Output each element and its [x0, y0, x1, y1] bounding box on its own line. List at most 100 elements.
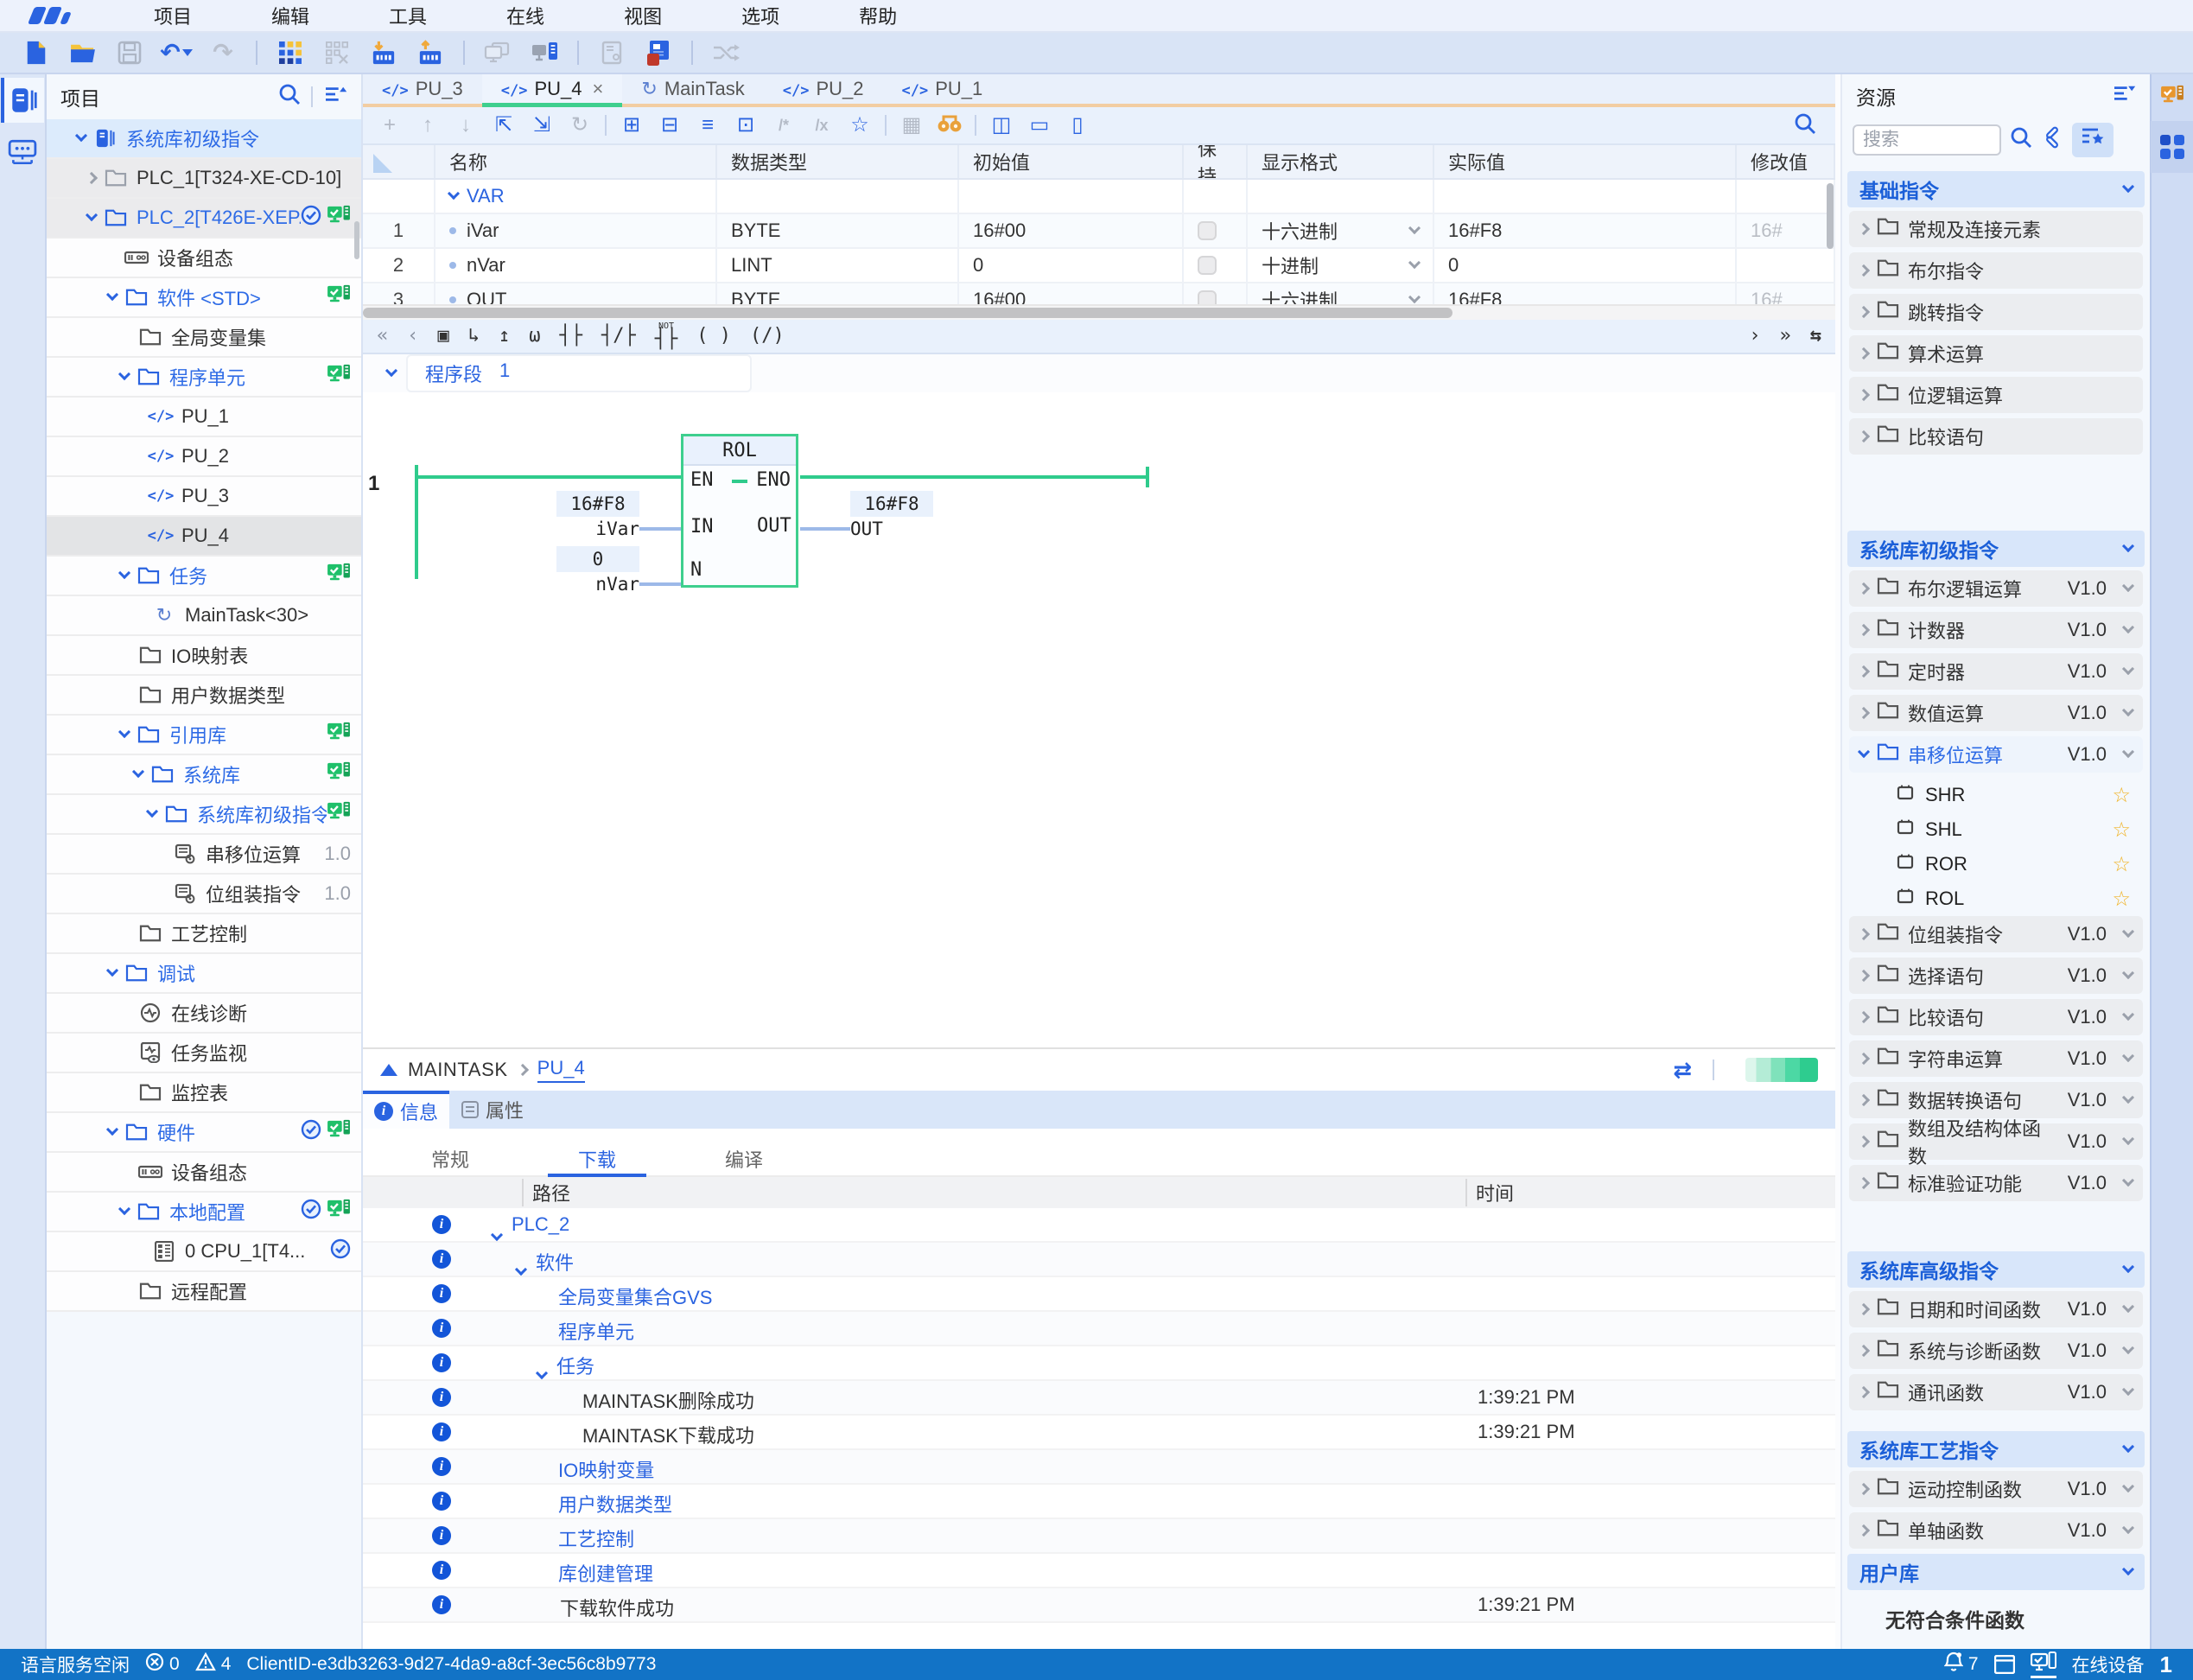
select-all-corner[interactable] — [363, 145, 435, 178]
tree-item-设备组态[interactable]: 设备组态 — [47, 1153, 361, 1193]
tree-item-plc_2-t426e-xep-[interactable]: PLC_2[T426E-XEP... — [47, 199, 361, 239]
variable-table-hscrollbar[interactable] — [363, 306, 1835, 320]
log-path-text[interactable]: 全局变量集合GVS — [558, 1282, 712, 1310]
resource-section-系统库工艺指令[interactable]: 系统库工艺指令 — [1847, 1431, 2145, 1467]
go-last-button[interactable]: » — [1780, 327, 1791, 346]
var-name[interactable]: OUT — [435, 283, 717, 306]
upload-device-button[interactable] — [411, 35, 449, 70]
chart-export-button[interactable]: ▦ — [899, 115, 925, 136]
col-header-7[interactable]: 修改值 — [1737, 145, 1835, 178]
resource-section-用户库[interactable]: 用户库 — [1847, 1554, 2145, 1590]
resource-section-基础指令[interactable]: 基础指令 — [1847, 171, 2145, 207]
project-search-icon[interactable] — [278, 83, 301, 111]
col-header-1[interactable]: 名称 — [435, 145, 717, 178]
subtab-常规[interactable]: 常规 — [377, 1146, 524, 1175]
menu-item-7[interactable]: 帮助 — [819, 2, 937, 29]
log-row[interactable]: i全局变量集合GVS — [363, 1277, 1835, 1312]
go-first-button[interactable]: « — [377, 327, 388, 346]
no-contact-button[interactable]: ┤├ — [560, 327, 583, 346]
subtab-下载[interactable]: 下载 — [524, 1146, 671, 1175]
operand-value-nvar[interactable]: 0 — [556, 546, 639, 572]
expand-chevron-icon[interactable] — [537, 1360, 546, 1383]
resource-item-跳转指令[interactable]: 跳转指令 — [1849, 294, 2143, 330]
operand-value-ivar[interactable]: 16#F8 — [556, 491, 639, 517]
menu-item-5[interactable]: 视图 — [584, 2, 702, 29]
resource-item-比较语句[interactable]: 比较语句 — [1849, 418, 2143, 455]
tab-pu_2[interactable]: </>PU_2 — [764, 74, 883, 104]
tree-item-软件-std-[interactable]: 软件 <STD> — [47, 278, 361, 318]
display-format-dropdown[interactable]: 十六进制 — [1248, 283, 1434, 306]
tree-item-系统库初级指令[interactable]: 系统库初级指令 — [47, 119, 361, 159]
prev-element-button[interactable]: ‹ — [407, 327, 418, 346]
online-device-icon[interactable] — [2031, 1651, 2056, 1678]
tree-item-在线诊断[interactable]: 在线诊断 — [47, 994, 361, 1034]
resource-item-日期和时间函数[interactable]: 日期和时间函数V1.0 — [1849, 1291, 2143, 1327]
var-group-row[interactable]: VAR — [435, 180, 717, 213]
retain-checkbox[interactable] — [1198, 256, 1217, 275]
project-tree-scrollbar[interactable] — [354, 221, 359, 259]
tree-item-全局变量集[interactable]: 全局变量集 — [47, 318, 361, 358]
next-element-button[interactable]: › — [1749, 327, 1760, 346]
falling-edge-button[interactable]: ω — [529, 327, 540, 346]
insert-block-button[interactable]: ▣ — [438, 327, 449, 346]
var-name[interactable]: iVar — [435, 214, 717, 247]
ladder-canvas[interactable]: 1 ROL EN ENO IN N 16#F8 iVar — [363, 392, 1835, 1047]
open-project-button[interactable] — [64, 35, 102, 70]
log-row[interactable]: i下载软件成功1:39:21 PM — [363, 1588, 1835, 1623]
tree-item-硬件[interactable]: 硬件 — [47, 1113, 361, 1153]
instruction-ror[interactable]: ROR☆ — [1847, 847, 2145, 881]
log-row[interactable]: iMAINTASK下载成功1:39:21 PM — [363, 1416, 1835, 1450]
log-row[interactable]: i库创建管理 — [363, 1554, 1835, 1588]
expand-chevron-icon[interactable] — [493, 1222, 501, 1244]
tree-item-位组装指令[interactable]: 位组装指令1.0 — [47, 875, 361, 914]
resource-item-比较语句[interactable]: 比较语句V1.0 — [1849, 999, 2143, 1035]
tree-item-0-cpu_1-t4-[interactable]: 0 CPU_1[T4... — [47, 1232, 361, 1272]
log-row[interactable]: i程序单元 — [363, 1312, 1835, 1346]
subtab-编译[interactable]: 编译 — [671, 1146, 817, 1175]
menu-item-3[interactable]: 工具 — [349, 2, 467, 29]
log-path-text[interactable]: 库创建管理 — [558, 1559, 653, 1587]
log-row[interactable]: i用户数据类型 — [363, 1485, 1835, 1519]
modify-value-input[interactable]: 16# — [1737, 283, 1835, 306]
tab-pu_3[interactable]: </>PU_3 — [363, 74, 482, 104]
insert-row-button[interactable]: ⊞ — [619, 115, 645, 136]
nc-contact-button[interactable]: ┤/├ — [601, 327, 636, 346]
resources-favorites-filter-button[interactable] — [2072, 123, 2114, 157]
resource-item-位逻辑运算[interactable]: 位逻辑运算 — [1849, 377, 2143, 413]
download-device-button[interactable] — [365, 35, 403, 70]
var-type[interactable]: BYTE — [717, 283, 959, 306]
operand-ivar[interactable]: iVar — [556, 519, 639, 539]
import-variables-button[interactable]: ⇱ — [491, 115, 517, 136]
layout-single-button[interactable]: ▯ — [1065, 115, 1090, 136]
log-row[interactable]: i任务 — [363, 1346, 1835, 1381]
resource-item-定时器[interactable]: 定时器V1.0 — [1849, 653, 2143, 690]
tree-item-远程配置[interactable]: 远程配置 — [47, 1272, 361, 1312]
layout-split-button[interactable]: ◫ — [988, 115, 1014, 136]
resource-item-单轴函数[interactable]: 单轴函数V1.0 — [1849, 1512, 2143, 1549]
network-header[interactable]: 程序段1 — [363, 354, 1835, 392]
compile-grid-button[interactable] — [271, 35, 309, 70]
menu-item-4[interactable]: 在线 — [467, 2, 584, 29]
comment-button[interactable]: ⊡ — [733, 115, 759, 136]
resource-item-数组及结构体函数[interactable]: 数组及结构体函数V1.0 — [1849, 1123, 2143, 1160]
tree-item-串移位运算[interactable]: 串移位运算1.0 — [47, 835, 361, 875]
layout-window-button[interactable]: ▭ — [1027, 115, 1052, 136]
variable-row-nvar[interactable]: 2nVarLINT0十进制0 — [363, 249, 1835, 283]
menu-item-6[interactable]: 选项 — [702, 2, 819, 29]
tree-item-io映射表[interactable]: IO映射表 — [47, 636, 361, 676]
var-type[interactable]: LINT — [717, 249, 959, 282]
new-file-button[interactable] — [17, 35, 55, 70]
resources-search-icon[interactable] — [2010, 126, 2032, 154]
menu-item-1[interactable]: 项目 — [114, 2, 232, 29]
project-sort-icon[interactable] — [323, 85, 347, 109]
collapse-panel-icon[interactable] — [380, 1064, 397, 1076]
log-row[interactable]: iMAINTASK删除成功1:39:21 PM — [363, 1381, 1835, 1416]
binoculars-button[interactable] — [937, 114, 963, 137]
retain-checkbox[interactable] — [1198, 221, 1217, 240]
resource-item-常规及连接元素[interactable]: 常规及连接元素 — [1849, 211, 2143, 247]
resource-item-运动控制函数[interactable]: 运动控制函数V1.0 — [1849, 1471, 2143, 1507]
tree-item-程序单元[interactable]: 程序单元 — [47, 358, 361, 398]
var-initial-value[interactable]: 16#00 — [959, 214, 1184, 247]
tree-item-用户数据类型[interactable]: 用户数据类型 — [47, 676, 361, 716]
tab-pu_1[interactable]: </>PU_1 — [883, 74, 1002, 104]
